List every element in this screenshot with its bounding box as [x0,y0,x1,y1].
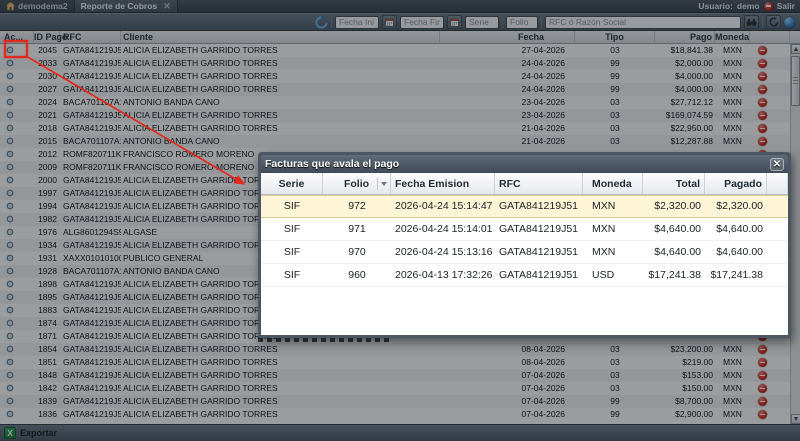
cell-total: $17,241.38 [643,264,705,286]
cell-rfc: GATA841219J51 [495,196,583,217]
modal-close-icon[interactable]: ✕ [770,158,784,171]
cell-moneda: MXN [583,241,643,263]
header-moneda[interactable]: Moneda [583,173,643,194]
header-rfc[interactable]: RFC [495,173,583,194]
cell-fecha-emision: 2026-04-13 17:32:26 [391,264,495,286]
cell-serie: SIF [261,241,323,263]
header-folio[interactable]: Folio [323,173,391,194]
cell-fecha-emision: 2026-04-24 15:13:16 [391,241,495,263]
cell-pagado: $4,640.00 [705,241,767,263]
cell-rfc: GATA841219J51 [495,241,583,263]
factura-row[interactable]: SIF 971 2026-04-24 15:14:01 GATA841219J5… [261,218,788,241]
cell-pagado: $4,640.00 [705,218,767,240]
cell-moneda: MXN [583,218,643,240]
clipped-text-artifact [258,338,392,342]
cell-total: $4,640.00 [643,241,705,263]
factura-row[interactable]: SIF 960 2026-04-13 17:32:26 GATA841219J5… [261,264,788,287]
header-fecha-emision[interactable]: Fecha Emision [391,173,495,194]
cell-total: $4,640.00 [643,218,705,240]
header-serie[interactable]: Serie [261,173,323,194]
facturas-grid: Serie Folio Fecha Emision RFC Moneda Tot… [261,173,788,335]
cell-serie: SIF [261,264,323,286]
cell-folio: 970 [323,241,391,263]
modal-title: Facturas que avala el pago [265,158,399,170]
cell-folio: 972 [323,196,391,217]
cell-folio: 971 [323,218,391,240]
facturas-modal: Facturas que avala el pago ✕ Serie Folio… [258,152,791,338]
factura-row[interactable]: SIF 972 2026-04-24 15:14:47 GATA841219J5… [261,195,788,218]
header-pagado[interactable]: Pagado [705,173,767,194]
cell-moneda: MXN [583,196,643,217]
cell-total: $2,320.00 [643,196,705,217]
cell-fecha-emision: 2026-04-24 15:14:47 [391,196,495,217]
header-total[interactable]: Total [643,173,705,194]
modal-title-bar[interactable]: Facturas que avala el pago ✕ [261,155,788,173]
header-filler [767,173,788,194]
cell-rfc: GATA841219J51 [495,264,583,286]
sort-menu-icon[interactable] [377,178,389,190]
cell-fecha-emision: 2026-04-24 15:14:01 [391,218,495,240]
cell-rfc: GATA841219J51 [495,218,583,240]
cell-serie: SIF [261,218,323,240]
cell-serie: SIF [261,196,323,217]
factura-row[interactable]: SIF 970 2026-04-24 15:13:16 GATA841219J5… [261,241,788,264]
cell-pagado: $17,241.38 [705,264,767,286]
cell-pagado: $2,320.00 [705,196,767,217]
app-window: demodema2 Reporte de Cobros ✕ Usuario: d… [0,0,800,441]
cell-moneda: USD [583,264,643,286]
facturas-grid-header: Serie Folio Fecha Emision RFC Moneda Tot… [261,173,788,195]
cell-folio: 960 [323,264,391,286]
